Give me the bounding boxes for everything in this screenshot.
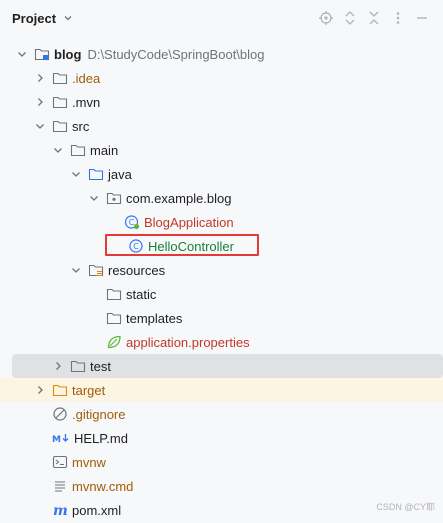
svg-text:m: m bbox=[53, 503, 68, 518]
package-icon bbox=[106, 190, 122, 206]
collapse-all-icon[interactable] bbox=[365, 9, 383, 27]
tree-node-label: pom.xml bbox=[72, 502, 122, 518]
tree-node-mvnw[interactable]: mvnw bbox=[0, 450, 443, 474]
tree-node-label: resources bbox=[108, 262, 166, 278]
header-toolbar bbox=[317, 9, 431, 27]
tree-node-static[interactable]: static bbox=[0, 282, 443, 306]
tree-node-label: application.properties bbox=[126, 334, 250, 350]
tree-node-label: .mvn bbox=[72, 94, 101, 110]
shell-script-icon bbox=[52, 454, 68, 470]
tree-node-label: .idea bbox=[72, 70, 101, 86]
locate-file-icon[interactable] bbox=[317, 9, 335, 27]
tree-node-label: BlogApplication bbox=[144, 214, 234, 230]
folder-icon bbox=[106, 286, 122, 302]
tree-node-label: templates bbox=[126, 310, 183, 326]
project-view-title[interactable]: Project bbox=[12, 11, 56, 26]
options-icon[interactable] bbox=[389, 9, 407, 27]
tree-node-application-properties[interactable]: application.properties bbox=[0, 330, 443, 354]
tree-node-label: target bbox=[72, 382, 106, 398]
tree-node-mvnw-cmd[interactable]: mvnw.cmd bbox=[0, 474, 443, 498]
chevron-right-icon[interactable] bbox=[50, 358, 66, 374]
folder-icon bbox=[52, 70, 68, 86]
tree-node-label: test bbox=[90, 358, 111, 374]
ignore-file-icon bbox=[52, 406, 68, 422]
tree-node-label: com.example.blog bbox=[126, 190, 232, 206]
module-name: blog bbox=[54, 46, 82, 62]
svg-text:C: C bbox=[129, 218, 135, 227]
chevron-down-icon[interactable] bbox=[86, 190, 102, 206]
watermark: CSDN @CY耶 bbox=[376, 502, 435, 512]
tree-node-templates[interactable]: templates bbox=[0, 306, 443, 330]
module-path: D:\StudyCode\SpringBoot\blog bbox=[87, 46, 265, 62]
chevron-down-icon[interactable] bbox=[14, 46, 30, 62]
folder-icon bbox=[52, 118, 68, 134]
highlight-box bbox=[105, 234, 259, 256]
project-tree: blog D:\StudyCode\SpringBoot\blog .idea … bbox=[0, 42, 443, 522]
svg-text:M: M bbox=[52, 435, 61, 445]
project-tool-window-header: Project bbox=[0, 0, 443, 36]
tree-node-idea[interactable]: .idea bbox=[0, 66, 443, 90]
tree-node-label: main bbox=[90, 142, 119, 158]
tree-node-resources[interactable]: resources bbox=[0, 258, 443, 282]
module-folder-icon bbox=[34, 46, 50, 62]
tree-node-label: mvnw.cmd bbox=[72, 478, 134, 494]
tree-node-label: mvnw bbox=[72, 454, 106, 470]
tree-node-blog-application[interactable]: C BlogApplication bbox=[0, 210, 443, 234]
tree-node-label: java bbox=[108, 166, 132, 182]
hide-icon[interactable] bbox=[413, 9, 431, 27]
tree-node-label: .gitignore bbox=[72, 406, 126, 422]
spring-leaf-icon bbox=[106, 334, 122, 350]
tree-node-label: HELP.md bbox=[74, 430, 128, 446]
resources-folder-icon bbox=[88, 262, 104, 278]
text-file-icon bbox=[52, 478, 68, 494]
tree-node-help-md[interactable]: M HELP.md bbox=[0, 426, 443, 450]
source-folder-icon bbox=[88, 166, 104, 182]
chevron-down-icon[interactable] bbox=[68, 166, 84, 182]
chevron-right-icon[interactable] bbox=[32, 94, 48, 110]
expand-all-icon[interactable] bbox=[341, 9, 359, 27]
markdown-icon: M bbox=[52, 430, 70, 446]
tree-node-test[interactable]: test bbox=[12, 354, 443, 378]
tree-node-mvn[interactable]: .mvn bbox=[0, 90, 443, 114]
chevron-down-icon[interactable] bbox=[50, 142, 66, 158]
tree-node-label: static bbox=[126, 286, 157, 302]
tree-node-label: src bbox=[72, 118, 90, 134]
tree-node-target[interactable]: target bbox=[0, 378, 443, 402]
chevron-down-icon[interactable] bbox=[62, 12, 74, 24]
maven-icon: m bbox=[52, 502, 68, 518]
tree-node-gitignore[interactable]: .gitignore bbox=[0, 402, 443, 426]
tree-node-blog[interactable]: blog D:\StudyCode\SpringBoot\blog bbox=[0, 42, 443, 66]
tree-node-package[interactable]: com.example.blog bbox=[0, 186, 443, 210]
chevron-down-icon[interactable] bbox=[68, 262, 84, 278]
chevron-down-icon[interactable] bbox=[32, 118, 48, 134]
folder-icon bbox=[70, 358, 86, 374]
excluded-folder-icon bbox=[52, 382, 68, 398]
folder-icon bbox=[52, 94, 68, 110]
spring-boot-class-icon: C bbox=[124, 214, 140, 230]
chevron-right-icon[interactable] bbox=[32, 70, 48, 86]
chevron-right-icon[interactable] bbox=[32, 382, 48, 398]
folder-icon bbox=[106, 310, 122, 326]
tree-node-src[interactable]: src bbox=[0, 114, 443, 138]
folder-icon bbox=[70, 142, 86, 158]
tree-node-main[interactable]: main bbox=[0, 138, 443, 162]
tree-node-java[interactable]: java bbox=[0, 162, 443, 186]
